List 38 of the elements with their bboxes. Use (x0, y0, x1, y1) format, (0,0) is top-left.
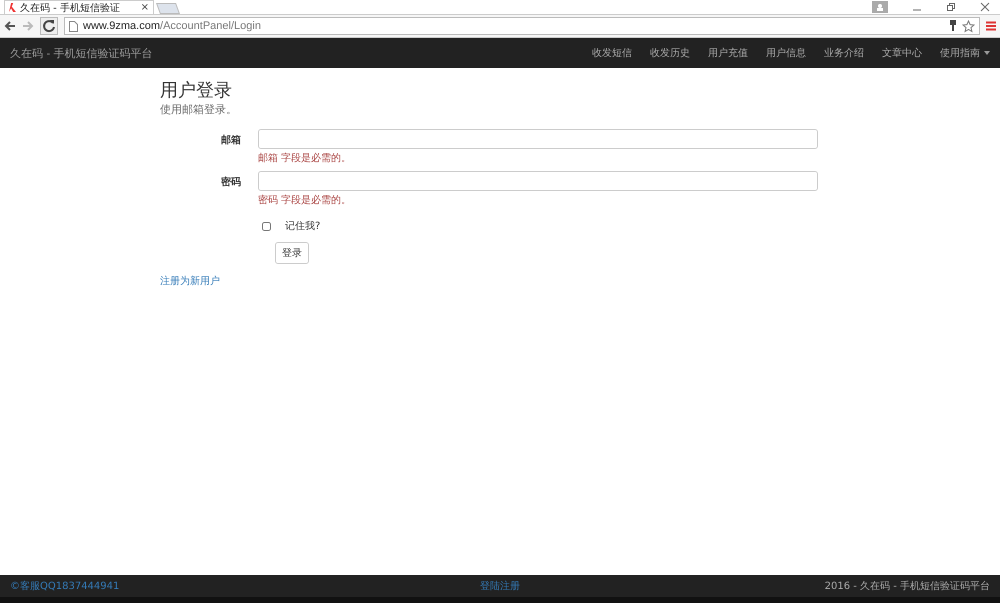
field-label: 邮箱 (220, 134, 242, 148)
nav-link[interactable]: 收发历史 (650, 46, 690, 60)
user-icon[interactable] (872, 1, 888, 13)
register-link[interactable]: 注册为新用户 (160, 274, 220, 288)
nav-link[interactable]: 收发短信 (592, 46, 632, 60)
input-field[interactable] (258, 171, 818, 191)
login-button[interactable]: 登录 (275, 242, 309, 264)
browser-tab[interactable]: 久在码 - 手机短信验证 × (4, 0, 154, 14)
address-bar[interactable]: www.9zma.com/AccountPanel/Login (64, 17, 980, 35)
close-icon[interactable]: × (140, 2, 149, 13)
nav-link[interactable]: 用户信息 (766, 46, 806, 60)
caret-icon (984, 51, 990, 55)
back-icon[interactable] (4, 20, 16, 32)
nav-link[interactable]: 使用指南 (940, 46, 990, 60)
star-icon[interactable] (962, 20, 975, 32)
page-subtitle: 使用邮箱登录。 (160, 102, 237, 117)
nav-link[interactable]: 业务介绍 (824, 46, 864, 60)
input-field[interactable] (258, 129, 818, 149)
copyright-text: 2016 - 久在码 - 手机短信验证码平台 (824, 580, 990, 593)
favicon-icon (9, 3, 16, 12)
close-icon[interactable] (980, 2, 990, 12)
restore-icon[interactable] (946, 2, 956, 12)
checkbox-label: 记住我? (285, 220, 320, 233)
tab-title: 久在码 - 手机短信验证 (20, 2, 121, 14)
menu-icon[interactable] (986, 21, 996, 31)
field-label: 密码 (220, 176, 242, 190)
error-message: 密码 字段是必需的。 (258, 194, 352, 207)
error-message: 邮箱 字段是必需的。 (258, 152, 352, 165)
nav-link[interactable]: 文章中心 (882, 46, 922, 60)
nav-link[interactable]: 用户充值 (708, 46, 748, 60)
key-icon[interactable] (949, 20, 957, 32)
remember-checkbox[interactable] (262, 222, 271, 230)
brand-link[interactable]: 久在码 - 手机短信验证码平台 (10, 46, 153, 60)
login-register-link[interactable]: 登陆注册 (480, 579, 520, 593)
page-icon (69, 20, 78, 32)
support-link[interactable]: ©客服QQ1837444941 (10, 579, 480, 593)
reload-icon[interactable] (40, 17, 58, 35)
page-title: 用户登录 (160, 79, 232, 102)
